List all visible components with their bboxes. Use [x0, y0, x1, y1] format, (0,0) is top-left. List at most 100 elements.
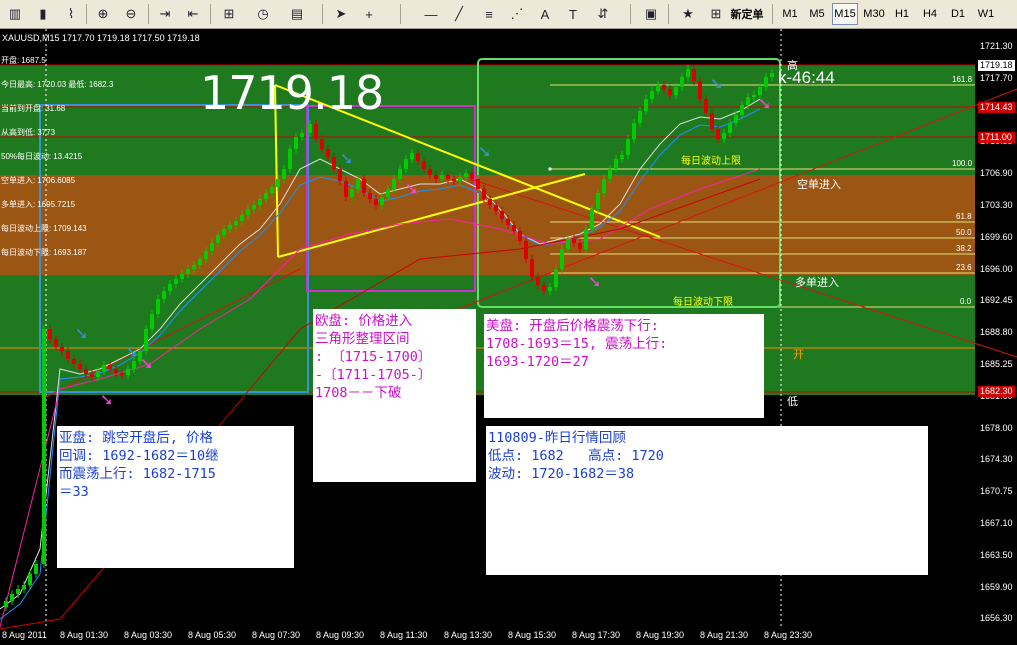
- trendline-icon[interactable]: ╱: [448, 3, 470, 25]
- timeframe-h1[interactable]: H1: [889, 3, 915, 25]
- candle: [362, 179, 366, 193]
- cursor-icon[interactable]: ➤: [330, 3, 352, 25]
- price-axis-label: 1696.00: [980, 263, 1013, 274]
- toolbar-separator: [400, 4, 401, 24]
- navigator-icon[interactable]: ▣: [640, 3, 662, 25]
- candle: [326, 149, 330, 157]
- candle: [554, 269, 558, 287]
- price-axis-label: 1706.90: [980, 168, 1013, 179]
- candle: [500, 211, 504, 219]
- candle: [84, 369, 88, 374]
- timeframe-m1[interactable]: M1: [777, 3, 803, 25]
- fib-label-61: 61.8: [956, 212, 972, 221]
- price-chart[interactable]: ➘ ➘ ➘ ➘ ➘ ➘ ➘ ➘ ➘ ➘ XAUUSD,M15 1717.70 1719.18 17…: [0, 29, 1017, 645]
- favorites-star-icon[interactable]: ★: [677, 3, 699, 25]
- time-axis-label: 8 Aug 09:30: [316, 630, 365, 640]
- signal-arrow-icon: ➘: [75, 324, 88, 343]
- fibonacci-icon[interactable]: ≡: [478, 3, 500, 25]
- candle: [186, 269, 190, 274]
- price-axis-label: 1699.60: [980, 231, 1013, 242]
- timeframe-m5[interactable]: M5: [804, 3, 830, 25]
- candle: [428, 169, 432, 175]
- candle: [126, 369, 130, 375]
- timeframe-m15[interactable]: M15: [832, 3, 858, 25]
- fib-label-50: 50.0: [956, 228, 972, 237]
- periods-clock-icon[interactable]: ◷: [252, 3, 274, 25]
- candle: [350, 189, 354, 197]
- timeframe-d1[interactable]: D1: [945, 3, 971, 25]
- europe-session-note: 欧盘: 价格进入 三角形整理区间 : 〔1715-1700〕 -〔1711-17…: [313, 309, 476, 482]
- candle: [704, 99, 708, 113]
- time-axis-label: 8 Aug 21:30: [700, 630, 749, 640]
- candle: [288, 149, 292, 169]
- indicators-icon[interactable]: ⊞: [218, 3, 240, 25]
- chart-shift-icon[interactable]: ⇥: [154, 3, 176, 25]
- stat-label: 每日波动下限:: [1, 248, 52, 257]
- daily-lower-label: 每日波动下限: [673, 297, 733, 308]
- crosshair-icon[interactable]: +: [358, 3, 380, 25]
- candle: [180, 274, 184, 279]
- candle: [34, 564, 38, 574]
- stat-label: 多单进入:: [1, 200, 36, 209]
- candle: [602, 179, 606, 193]
- price-axis-label: 1678.00: [980, 422, 1013, 433]
- price-axis-label: 1721.30: [980, 41, 1013, 51]
- candle: [66, 351, 70, 359]
- line-chart-icon[interactable]: ⌇: [60, 3, 82, 25]
- zoom-in-icon[interactable]: ⊕: [92, 3, 114, 25]
- candle: [294, 137, 298, 149]
- asia-session-note: 亚盘: 跳空开盘后, 价格 回调: 1692-1682＝10继 而震荡上行: 1…: [57, 426, 294, 568]
- candle: [162, 291, 166, 299]
- candle: [668, 89, 672, 95]
- price-tag: 1682.30: [978, 386, 1015, 397]
- candle: [422, 161, 426, 169]
- toolbar-separator: [322, 4, 323, 24]
- candle: [608, 169, 612, 179]
- candle: [320, 139, 324, 149]
- autoscroll-icon[interactable]: ⇤: [182, 3, 204, 25]
- candle: [120, 373, 124, 375]
- time-axis-label: 8 Aug 07:30: [252, 630, 301, 640]
- symbol-info: XAUUSD,M15 1717.70 1719.18 1717.50 1719.…: [2, 33, 200, 43]
- candle: [48, 329, 52, 339]
- signal-arrow-icon: ➘: [125, 342, 138, 361]
- candlestick-chart-icon[interactable]: ▮: [32, 3, 54, 25]
- new-order-icon[interactable]: ⊞: [705, 3, 727, 25]
- zoom-out-icon[interactable]: ⊖: [120, 3, 142, 25]
- stat-row: 开盘: 1687.5: [1, 55, 46, 66]
- signal-arrow-icon: ➘: [100, 390, 113, 409]
- fibonacci-fan-icon[interactable]: ⋰: [506, 3, 528, 25]
- new-order-button[interactable]: 新定单: [728, 3, 766, 25]
- candle: [686, 69, 690, 77]
- candle: [674, 87, 678, 95]
- bar-chart-icon[interactable]: ▥: [4, 3, 26, 25]
- candle: [482, 189, 486, 199]
- timeframe-m30[interactable]: M30: [861, 3, 887, 25]
- candle: [734, 115, 738, 123]
- candle: [620, 155, 624, 159]
- timeframe-w1[interactable]: W1: [973, 3, 999, 25]
- timeframe-h4[interactable]: H4: [917, 3, 943, 25]
- candle: [10, 594, 14, 601]
- candle: [434, 175, 438, 179]
- daily-review-note: 110809-昨日行情回顾 低点: 1682 高点: 1720 波动: 1720…: [486, 426, 928, 575]
- candle: [28, 574, 32, 585]
- horizontal-line-icon[interactable]: —: [420, 3, 442, 25]
- long-entry-label: 多单进入: [795, 276, 839, 289]
- price-axis-label: 1674.30: [980, 454, 1013, 465]
- templates-icon[interactable]: ▤: [286, 3, 308, 25]
- candle: [192, 265, 196, 269]
- text-icon[interactable]: A: [534, 3, 556, 25]
- candle: [60, 347, 64, 351]
- candle: [728, 123, 732, 133]
- candle: [216, 235, 220, 243]
- high-level-label: 高: [787, 59, 798, 72]
- stat-row: 今日最高: 1720.03 最低: 1682.3: [1, 79, 113, 90]
- text-label-icon[interactable]: T: [562, 3, 584, 25]
- candle: [764, 77, 768, 87]
- stat-label: 空单进入:: [1, 176, 36, 185]
- candle: [246, 209, 250, 215]
- candle: [398, 169, 402, 179]
- candle: [524, 241, 528, 259]
- arrows-icon[interactable]: ⇵: [592, 3, 614, 25]
